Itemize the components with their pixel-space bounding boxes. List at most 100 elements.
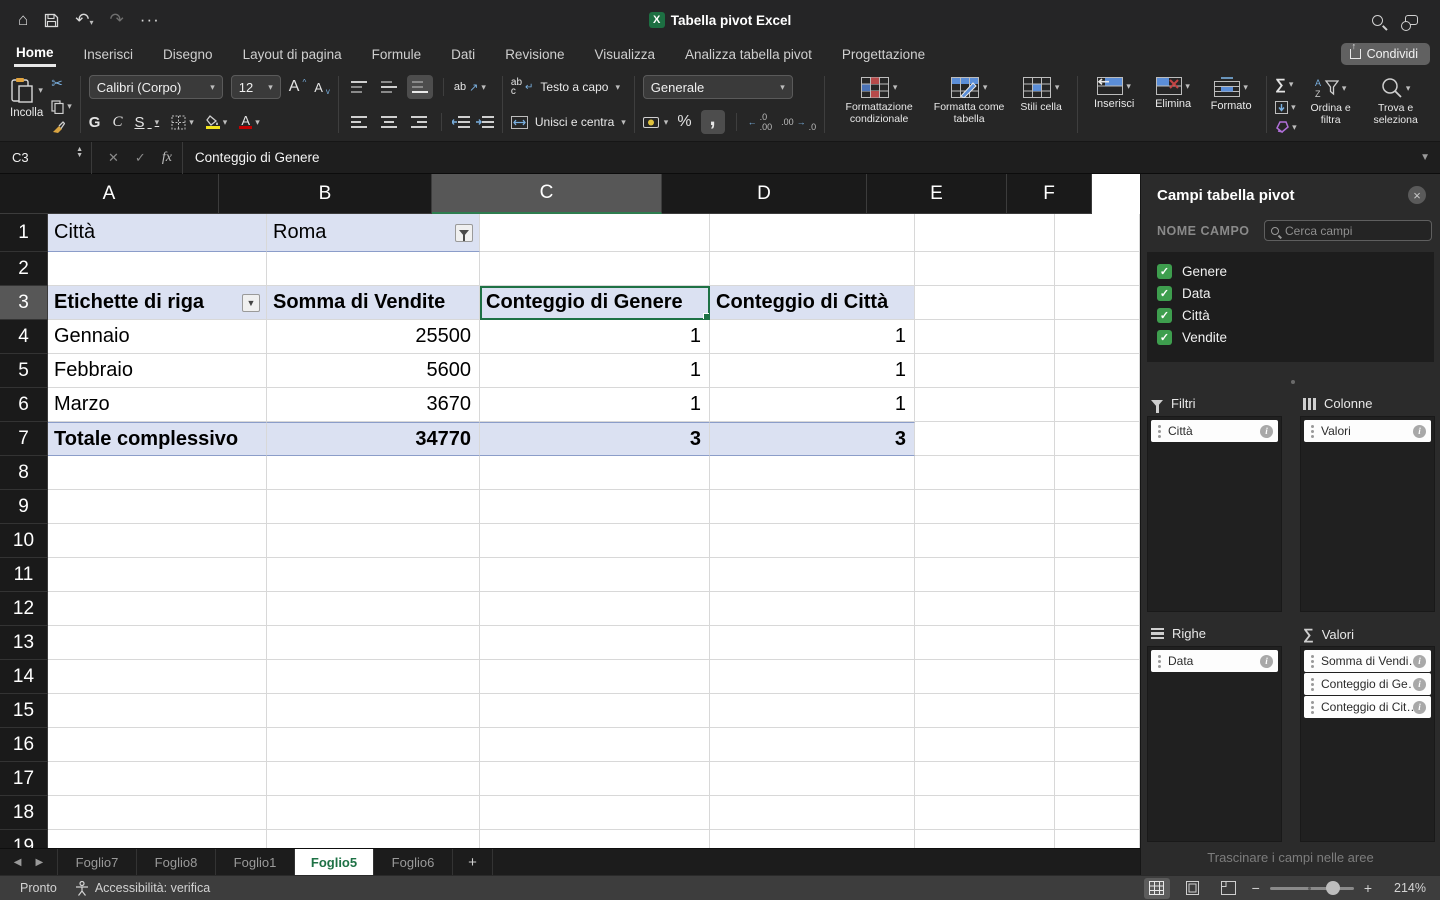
cell-B10[interactable] — [267, 524, 480, 558]
cell-A6[interactable]: Marzo — [48, 388, 267, 422]
cell-B9[interactable] — [267, 490, 480, 524]
format-painter-icon[interactable] — [51, 121, 72, 134]
cell-B7[interactable]: 34770 — [267, 422, 480, 456]
align-top-icon[interactable] — [347, 76, 371, 98]
cell-C14[interactable] — [480, 660, 710, 694]
cell-B17[interactable] — [267, 762, 480, 796]
font-name-select[interactable]: Calibri (Corpo) ▾ — [88, 75, 223, 99]
row-header-8[interactable]: 8 — [0, 456, 48, 490]
merge-center-label[interactable]: Unisci e centra — [535, 115, 614, 129]
row-header-19[interactable]: 19 — [0, 830, 48, 848]
cell-styles-button[interactable]: ▾ Stili cella — [1013, 74, 1069, 135]
sheet-tab-foglio5[interactable]: Foglio5 — [295, 849, 374, 875]
cell-B16[interactable] — [267, 728, 480, 762]
cell-A17[interactable] — [48, 762, 267, 796]
cell-F18[interactable] — [1055, 796, 1140, 830]
cell-D16[interactable] — [710, 728, 915, 762]
sheet-tab-foglio1[interactable]: Foglio1 — [216, 849, 295, 875]
ribbon-tab-disegno[interactable]: Disegno — [161, 43, 215, 66]
cell-F7[interactable] — [1055, 422, 1140, 456]
bold-button[interactable]: G — [89, 114, 101, 131]
cell-A12[interactable] — [48, 592, 267, 626]
increase-decimal-icon[interactable]: ← .0.00 — [748, 112, 773, 132]
cell-B13[interactable] — [267, 626, 480, 660]
cell-F16[interactable] — [1055, 728, 1140, 762]
rows-area-box[interactable]: Data i — [1147, 646, 1282, 842]
row-header-12[interactable]: 12 — [0, 592, 48, 626]
ribbon-tab-dati[interactable]: Dati — [449, 43, 477, 66]
row-header-9[interactable]: 9 — [0, 490, 48, 524]
cell-D12[interactable] — [710, 592, 915, 626]
cell-E12[interactable] — [915, 592, 1055, 626]
home-window-icon[interactable]: ⌂ — [18, 10, 28, 30]
cell-D13[interactable] — [710, 626, 915, 660]
page-layout-view-button[interactable] — [1180, 878, 1206, 899]
cell-F14[interactable] — [1055, 660, 1140, 694]
grow-font-button[interactable]: A ^ — [289, 78, 306, 96]
zoom-level[interactable]: 214% — [1382, 881, 1426, 895]
fill-handle[interactable] — [703, 313, 709, 319]
field-item-città[interactable]: ✓ Città — [1157, 304, 1424, 326]
cell-E10[interactable] — [915, 524, 1055, 558]
cell-D7[interactable]: 3 — [710, 422, 915, 456]
cell-C6[interactable]: 1 — [480, 388, 710, 422]
cell-E19[interactable] — [915, 830, 1055, 848]
cell-F15[interactable] — [1055, 694, 1140, 728]
cell-A7[interactable]: Totale complessivo — [48, 422, 267, 456]
drag-handle-icon[interactable] — [1158, 655, 1161, 658]
font-color-button[interactable]: A ▾ — [239, 114, 260, 129]
cell-A1[interactable]: Città — [48, 214, 267, 252]
cell-B4[interactable]: 25500 — [267, 320, 480, 354]
field-checkbox-vendite[interactable]: ✓ — [1157, 329, 1172, 345]
report-filter-icon[interactable] — [455, 223, 473, 242]
cell-E11[interactable] — [915, 558, 1055, 592]
cell-B19[interactable] — [267, 830, 480, 848]
cell-C4[interactable]: 1 — [480, 320, 710, 354]
align-right-icon[interactable] — [407, 111, 431, 133]
cell-F6[interactable] — [1055, 388, 1140, 422]
filters-area-box[interactable]: Città i — [1147, 416, 1282, 612]
close-pane-icon[interactable]: × — [1408, 186, 1426, 204]
sheet-tab-foglio6[interactable]: Foglio6 — [374, 849, 453, 875]
autosum-button[interactable]: ∑ ▾ — [1275, 76, 1297, 93]
fill-down-button[interactable]: ▾ — [1275, 100, 1297, 114]
delete-cells-button[interactable]: ▾ Elimina — [1148, 74, 1198, 135]
decrease-indent-icon[interactable] — [451, 116, 470, 128]
normal-view-button[interactable] — [1143, 877, 1170, 899]
cell-A18[interactable] — [48, 796, 267, 830]
row-header-16[interactable]: 16 — [0, 728, 48, 762]
confirm-entry-icon[interactable]: ✓ — [135, 150, 146, 166]
cell-C7[interactable]: 3 — [480, 422, 710, 456]
cell-A19[interactable] — [48, 830, 267, 848]
cell-B3[interactable]: Somma di Vendite — [267, 286, 480, 320]
cell-A13[interactable] — [48, 626, 267, 660]
area-field-pill[interactable]: Valori i — [1304, 420, 1431, 442]
cell-D19[interactable] — [710, 830, 915, 848]
align-left-icon[interactable] — [347, 111, 371, 133]
drag-handle-icon[interactable] — [1311, 425, 1314, 428]
cell-F10[interactable] — [1055, 524, 1140, 558]
search-fields-input[interactable]: Cerca campi — [1264, 220, 1432, 241]
row-header-15[interactable]: 15 — [0, 694, 48, 728]
cell-B15[interactable] — [267, 694, 480, 728]
page-break-view-button[interactable] — [1216, 878, 1242, 899]
cell-A9[interactable] — [48, 490, 267, 524]
format-cells-button[interactable]: ▾ Formato — [1204, 74, 1258, 135]
currency-format-button[interactable]: ▾ — [642, 116, 668, 129]
cell-E14[interactable] — [915, 660, 1055, 694]
cell-A3[interactable]: Etichette di riga ▼ — [48, 286, 267, 320]
more-commands-icon[interactable]: ··· — [140, 10, 160, 30]
add-sheet-button[interactable]: + — [453, 849, 493, 875]
align-bottom-icon[interactable] — [406, 75, 433, 99]
merge-center-icon[interactable] — [510, 115, 528, 129]
column-header-A[interactable]: A — [0, 174, 219, 214]
font-size-select[interactable]: 12 ▾ — [230, 75, 281, 99]
increase-indent-icon[interactable] — [475, 116, 494, 128]
cell-F13[interactable] — [1055, 626, 1140, 660]
area-field-pill[interactable]: Data i — [1151, 650, 1278, 672]
cell-E13[interactable] — [915, 626, 1055, 660]
row-header-2[interactable]: 2 — [0, 252, 48, 286]
orientation-button[interactable]: ab ↗ ▾ — [454, 81, 486, 94]
columns-area-box[interactable]: Valori i — [1300, 416, 1435, 612]
field-info-icon[interactable]: i — [1260, 424, 1273, 438]
